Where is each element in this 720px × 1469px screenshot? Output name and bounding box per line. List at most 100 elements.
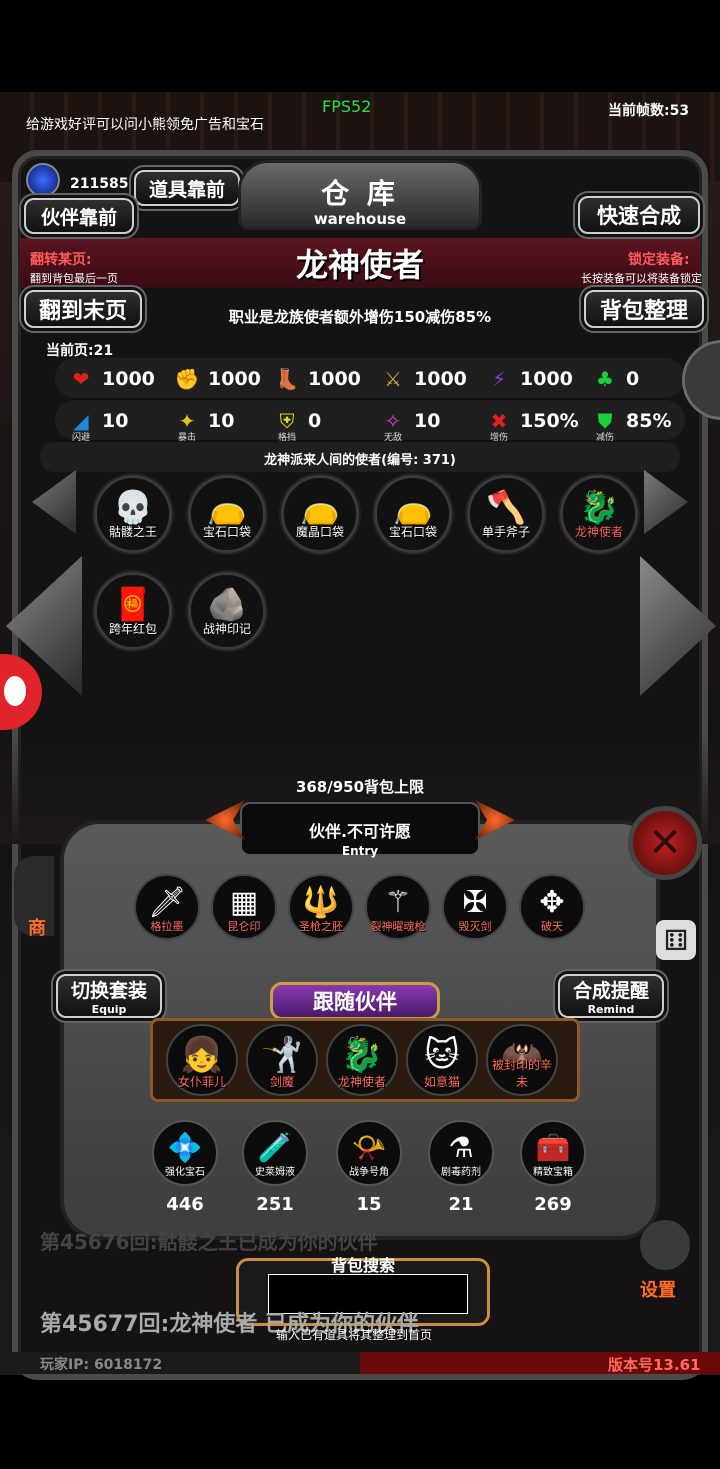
equip-slot-name: 毁灭剑 xyxy=(458,920,492,933)
quick-merge-button[interactable]: 快速合成 xyxy=(578,196,700,234)
resource-slot[interactable]: 📯 战争号角 xyxy=(336,1120,402,1186)
gram-sword-icon: 🗡 xyxy=(147,884,187,920)
warehouse-title: 仓 库 xyxy=(321,177,399,210)
sword-demon-icon: 🤺 xyxy=(260,1035,304,1075)
equip-slot[interactable]: 🔱 圣枪之胚 xyxy=(288,874,354,940)
entry-title: 伙伴.不可许愿 xyxy=(308,822,412,841)
companion-name: 如意猫 xyxy=(423,1075,460,1089)
merge-remind-sub: Remind xyxy=(587,1003,635,1016)
resource-slot[interactable]: 🧪 史莱姆液 xyxy=(242,1120,308,1186)
destruction-sword-icon: ✠ xyxy=(462,884,488,920)
skeleton-king-icon: 💀 xyxy=(113,488,153,526)
diamond-icon xyxy=(26,163,60,197)
stat-value: 1000 xyxy=(414,368,467,390)
enhance-gem-icon: 💠 xyxy=(167,1130,203,1164)
stat-boot: 👢 1000 xyxy=(272,362,361,396)
stat-lightning: ⚡ 1000 xyxy=(484,362,573,396)
search-label: 背包搜索 xyxy=(330,1256,395,1275)
follow-partner-title: 跟随伙伴 xyxy=(270,982,440,1020)
axe-icon: 🪓 xyxy=(486,488,526,526)
entry-subtitle: Entry xyxy=(341,844,379,858)
stat-value: 1000 xyxy=(208,368,261,390)
notice-text: 给游戏好评可以问小熊领免广告和宝石 xyxy=(26,117,264,133)
resource-slot[interactable]: 🧰 精致宝箱 xyxy=(520,1120,586,1186)
resource-count: 251 xyxy=(256,1194,294,1215)
companion[interactable]: 👧 女仆菲儿 xyxy=(166,1024,238,1096)
inventory-item-name: 单手斧子 xyxy=(481,525,530,539)
equip-slot-name: 圣枪之胚 xyxy=(299,920,343,933)
stat-dodge: ◢ 10 闪避 xyxy=(66,404,129,443)
flip-page-hint: 翻到背包最后一页 xyxy=(30,272,118,285)
stat-value: 10 xyxy=(102,410,129,432)
resource-name: 强化宝石 xyxy=(165,1167,205,1178)
kunlun-seal-icon: ▦ xyxy=(229,884,259,920)
item-origin: 龙神派来人间的使者(编号: 371) xyxy=(264,453,456,468)
merge-remind-button[interactable]: 合成提醒 Remind xyxy=(558,974,664,1018)
equip-slot[interactable]: ⚚ 裂神曜魂枪 xyxy=(365,874,431,940)
inventory-item[interactable]: 🪨 战神印记 xyxy=(188,572,266,650)
search-hint: 输入已有道具将其整理到首页 xyxy=(276,1328,433,1342)
companion[interactable]: 🐱 如意猫 xyxy=(406,1024,478,1096)
inventory-item-name: 宝石口袋 xyxy=(202,525,251,539)
currency-amount: 211585 xyxy=(70,176,129,192)
close-button[interactable]: ✕ xyxy=(628,806,702,880)
resource-count: 446 xyxy=(166,1194,204,1215)
resource-name: 战争号角 xyxy=(349,1167,389,1178)
companion-name: 被封印的辛未 xyxy=(491,1058,552,1089)
frame-rate: 当前帧数:53 xyxy=(608,103,690,119)
stat-block: ⛨ 0 格挡 xyxy=(272,404,321,443)
inventory-item[interactable]: 💀 骷髅之王 xyxy=(94,475,172,553)
soul-spear-icon: ⚚ xyxy=(384,884,412,920)
stat-clover: ♣ 0 xyxy=(590,362,639,396)
dragon-envoy-icon: 🐉 xyxy=(340,1035,384,1075)
resource-slot[interactable]: ⚗ 剧毒药剂 xyxy=(428,1120,494,1186)
merge-remind-label: 合成提醒 xyxy=(572,980,649,1002)
resource-count: 15 xyxy=(356,1194,382,1215)
item-description: 职业是龙族使者额外增伤150减伤85% xyxy=(228,308,492,326)
inventory-item[interactable]: 👝 宝石口袋 xyxy=(374,475,452,553)
heart-icon: ❤ xyxy=(72,367,90,391)
companion-name: 女仆菲儿 xyxy=(177,1075,226,1089)
equip-slot[interactable]: 🗡 格拉墨 xyxy=(134,874,200,940)
partners-first-button[interactable]: 伙伴靠前 xyxy=(24,198,134,234)
equip-slot[interactable]: ✠ 毁灭剑 xyxy=(442,874,508,940)
fps-counter: FPS52 xyxy=(322,97,372,116)
sword-icon: ⚔ xyxy=(384,367,402,391)
inventory-item[interactable]: 🪓 单手斧子 xyxy=(467,475,545,553)
maid-companion-icon: 👧 xyxy=(180,1035,224,1075)
sort-bag-button[interactable]: 背包整理 xyxy=(584,290,704,328)
dice-icon[interactable]: ⚅ xyxy=(656,920,696,960)
equip-slot-name: 破天 xyxy=(541,920,563,933)
inventory-item[interactable]: 🧧 跨年红包 xyxy=(94,572,172,650)
items-first-button[interactable]: 道具靠前 xyxy=(134,170,240,206)
companion[interactable]: 🦇 被封印的辛未 xyxy=(486,1024,558,1096)
switch-set-sub: Equip xyxy=(91,1003,127,1016)
equip-slot[interactable]: ▦ 昆仑印 xyxy=(211,874,277,940)
gear-icon[interactable] xyxy=(640,1220,690,1270)
stat-heart: ❤ 1000 xyxy=(66,362,155,396)
equip-slot-name: 昆仑印 xyxy=(227,920,261,933)
stat-value: 10 xyxy=(414,410,441,432)
inventory-item[interactable]: 🐉 龙神使者 xyxy=(560,475,638,553)
ticker-ghost: 第45676回:骷髅之王已成为你的伙伴 xyxy=(40,1230,378,1254)
equip-slot[interactable]: ✥ 破天 xyxy=(519,874,585,940)
resource-name: 精致宝箱 xyxy=(533,1167,573,1178)
switch-set-label: 切换套装 xyxy=(70,980,147,1002)
inventory-item-name: 跨年红包 xyxy=(108,622,157,636)
war-horn-icon: 📯 xyxy=(351,1130,387,1164)
companion[interactable]: 🤺 剑魔 xyxy=(246,1024,318,1096)
companion[interactable]: 🐉 龙神使者 xyxy=(326,1024,398,1096)
inventory-item[interactable]: 👝 宝石口袋 xyxy=(188,475,266,553)
treasure-chest-icon: 🧰 xyxy=(535,1130,571,1164)
companion-name: 剑魔 xyxy=(269,1075,294,1089)
stat-value: 0 xyxy=(626,368,640,390)
resource-slot[interactable]: 💠 强化宝石 xyxy=(152,1120,218,1186)
person-icon xyxy=(4,676,26,706)
settings-label[interactable]: 设置 xyxy=(640,1276,676,1302)
stat-value: 150% xyxy=(520,410,579,432)
close-icon: ✕ xyxy=(648,820,682,866)
switch-set-button[interactable]: 切换套装 Equip xyxy=(56,974,162,1018)
boot-icon: 👢 xyxy=(274,367,300,391)
last-page-button[interactable]: 翻到末页 xyxy=(24,290,142,328)
inventory-item[interactable]: 👝 魔晶口袋 xyxy=(281,475,359,553)
